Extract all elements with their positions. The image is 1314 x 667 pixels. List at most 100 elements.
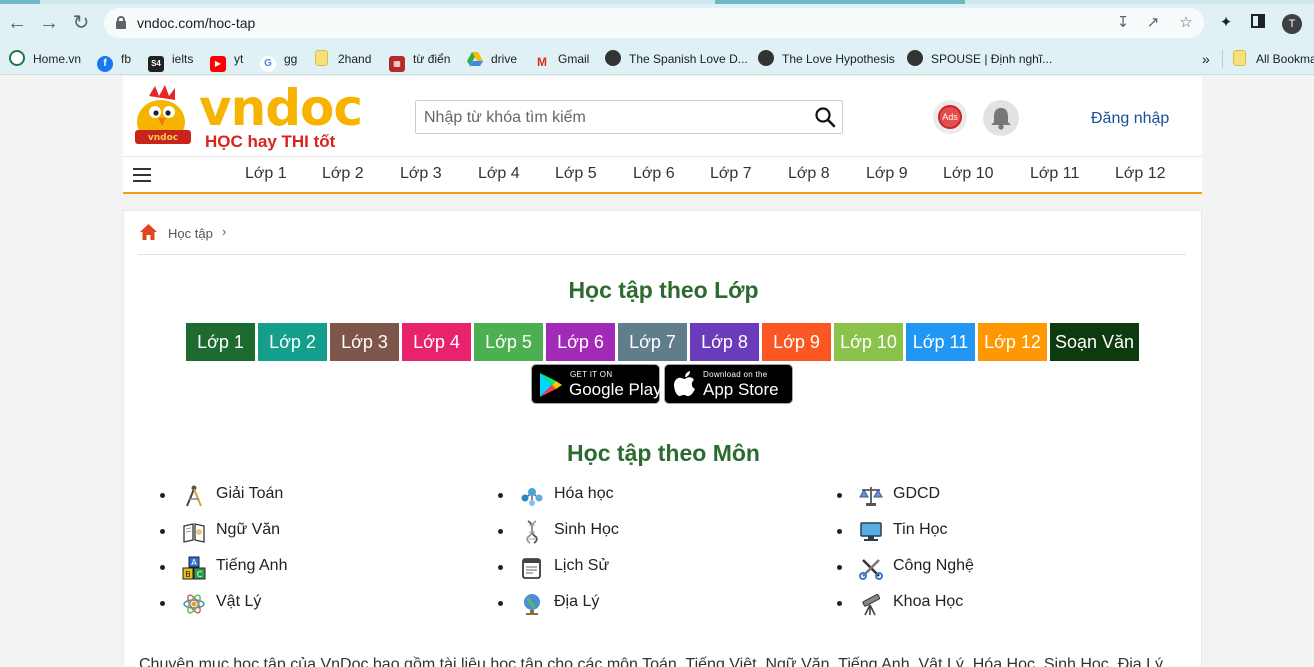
grade-button-soan-van[interactable]: Soạn Văn xyxy=(1050,323,1139,361)
share-icon[interactable]: ↗ xyxy=(1144,14,1162,32)
menu-item-lop-12[interactable]: Lớp 12 xyxy=(1115,165,1166,183)
list-item[interactable]: Ngữ Văn xyxy=(160,518,460,554)
menu-item-lop-11[interactable]: Lớp 11 xyxy=(1030,165,1079,183)
address-bar[interactable]: vndoc.com/hoc-tap ↧ ↗ ☆ xyxy=(104,8,1204,38)
menu-item-lop-9[interactable]: Lớp 9 xyxy=(866,165,908,183)
list-item[interactable]: Hóa học xyxy=(498,482,798,518)
subject-label: Tin Học xyxy=(893,521,948,538)
site-search xyxy=(415,100,843,134)
grade-button-lop-8[interactable]: Lớp 8 xyxy=(690,323,759,361)
search-input[interactable] xyxy=(424,107,804,129)
menu-item-lop-4[interactable]: Lớp 4 xyxy=(478,165,520,183)
list-item[interactable]: Địa Lý xyxy=(498,590,798,626)
grade-button-lop-3[interactable]: Lớp 3 xyxy=(330,323,399,361)
bookmark-fb[interactable]: f fb xyxy=(97,50,131,72)
google-play-icon xyxy=(540,373,562,397)
bookmark-spouse[interactable]: SPOUSE | Định nghĩ... xyxy=(907,50,1052,68)
google-play-button[interactable]: GET IT ON Google Play xyxy=(531,364,662,404)
subject-label: Hóa học xyxy=(554,485,614,502)
grade-button-lop-11[interactable]: Lớp 11 xyxy=(906,323,975,361)
globe-icon xyxy=(758,50,774,66)
url-text[interactable]: vndoc.com/hoc-tap xyxy=(137,15,255,31)
folder-icon xyxy=(315,50,328,66)
menu-item-lop-10[interactable]: Lớp 10 xyxy=(943,165,994,183)
extensions-icon[interactable]: ✦ xyxy=(1217,14,1235,32)
lock-icon[interactable] xyxy=(116,16,126,29)
globe-icon xyxy=(907,50,923,66)
profile-avatar[interactable]: T xyxy=(1282,14,1302,34)
list-item[interactable]: Tin Học xyxy=(837,518,1137,554)
breadcrumb-separator: › xyxy=(222,224,227,239)
bookmarks-overflow-button[interactable]: » xyxy=(1202,50,1210,68)
login-link[interactable]: Đăng nhập xyxy=(1091,110,1169,128)
app-store-button[interactable]: Download on the App Store xyxy=(664,364,793,404)
grade-button-lop-2[interactable]: Lớp 2 xyxy=(258,323,327,361)
bookmark-star-icon[interactable]: ☆ xyxy=(1177,14,1195,32)
gmail-icon: M xyxy=(537,55,547,69)
all-bookmarks-folder[interactable]: All Bookma xyxy=(1233,50,1314,68)
forward-icon[interactable]: → xyxy=(38,12,60,34)
bookmark-label: Gmail xyxy=(558,52,590,66)
subject-list: GDCD Tin Học Công Nghệ Khoa Học xyxy=(837,482,1137,626)
bookmark-gmail[interactable]: M Gmail xyxy=(534,50,590,69)
bookmark-homevn[interactable]: Home.vn xyxy=(9,50,81,68)
install-app-icon[interactable]: ↧ xyxy=(1114,14,1132,32)
vndoc-logo[interactable]: vndoc vndoc HỌC hay THI tốt xyxy=(131,82,363,152)
grade-button-lop-10[interactable]: Lớp 10 xyxy=(834,323,903,361)
grade-button-lop-7[interactable]: Lớp 7 xyxy=(618,323,687,361)
compass-icon xyxy=(186,485,202,507)
subject-label: Công Nghệ xyxy=(893,557,974,574)
bookmark-2hand[interactable]: 2hand xyxy=(315,50,371,68)
notifications-button[interactable] xyxy=(983,100,1019,136)
menu-item-lop-5[interactable]: Lớp 5 xyxy=(555,165,597,183)
grade-button-lop-12[interactable]: Lớp 12 xyxy=(978,323,1047,361)
bookmark-label: 2hand xyxy=(338,52,372,66)
grade-button-lop-4[interactable]: Lớp 4 xyxy=(402,323,471,361)
facebook-icon: f xyxy=(97,56,113,72)
menu-item-lop-6[interactable]: Lớp 6 xyxy=(633,165,675,183)
telescope-icon xyxy=(862,593,881,616)
grade-button-lop-6[interactable]: Lớp 6 xyxy=(546,323,615,361)
list-item[interactable]: Sinh Học xyxy=(498,518,798,554)
list-item[interactable]: GDCD xyxy=(837,482,1137,518)
list-item[interactable]: ABC Tiếng Anh xyxy=(160,554,460,590)
bookmark-gg[interactable]: Ggg xyxy=(260,50,297,72)
hamburger-menu-icon[interactable] xyxy=(133,168,151,182)
menu-item-lop-3[interactable]: Lớp 3 xyxy=(400,165,442,183)
bookmark-label: drive xyxy=(491,52,518,66)
bookmark-spanish-love[interactable]: The Spanish Love D... xyxy=(605,50,748,68)
bookmark-yt[interactable]: ▶ yt xyxy=(210,50,243,72)
list-item[interactable]: Khoa Học xyxy=(837,590,1137,626)
menu-item-lop-8[interactable]: Lớp 8 xyxy=(788,165,830,183)
list-item[interactable]: Giải Toán xyxy=(160,482,460,518)
grade-button-lop-9[interactable]: Lớp 9 xyxy=(762,323,831,361)
reload-icon[interactable]: ↻ xyxy=(70,12,92,34)
bookmark-love-hypothesis[interactable]: The Love Hypothesis xyxy=(758,50,895,68)
list-item[interactable]: Công Nghệ xyxy=(837,554,1137,590)
bookmark-drive[interactable]: drive xyxy=(467,50,517,68)
list-item[interactable]: Vật Lý xyxy=(160,590,460,626)
bookmark-tu-dien[interactable]: ▦ từ điển xyxy=(389,50,450,72)
home-icon[interactable] xyxy=(140,224,157,240)
category-description: Chuyên mục học tập của VnDoc bao gồm tài… xyxy=(139,656,1164,667)
grade-button-lop-1[interactable]: Lớp 1 xyxy=(186,323,255,361)
breadcrumb-hoc-tap[interactable]: Học tập xyxy=(168,226,213,241)
globe-icon xyxy=(524,594,540,615)
grade-button-lop-5[interactable]: Lớp 5 xyxy=(474,323,543,361)
subject-label: Giải Toán xyxy=(216,485,284,502)
svg-text:C: C xyxy=(197,570,203,579)
search-icon[interactable] xyxy=(814,106,836,128)
remove-ads-button[interactable]: Ads xyxy=(933,100,967,134)
back-icon[interactable]: ← xyxy=(6,12,28,34)
list-item[interactable]: Lịch Sử xyxy=(498,554,798,590)
menu-item-lop-2[interactable]: Lớp 2 xyxy=(322,165,364,183)
bell-icon xyxy=(991,108,1011,130)
menu-item-lop-7[interactable]: Lớp 7 xyxy=(710,165,752,183)
web-page: vndoc vndoc HỌC hay THI tốt Ads Đăng nhậ… xyxy=(0,76,1314,667)
side-panel-icon[interactable] xyxy=(1249,14,1267,32)
abc-blocks-icon: AB C xyxy=(182,556,206,580)
app-store-small-text: Download on the xyxy=(703,370,768,379)
bookmark-ielts[interactable]: S4 ielts xyxy=(148,50,193,72)
menu-item-lop-1[interactable]: Lớp 1 xyxy=(245,165,287,183)
cambridge-icon: ▦ xyxy=(389,56,405,72)
